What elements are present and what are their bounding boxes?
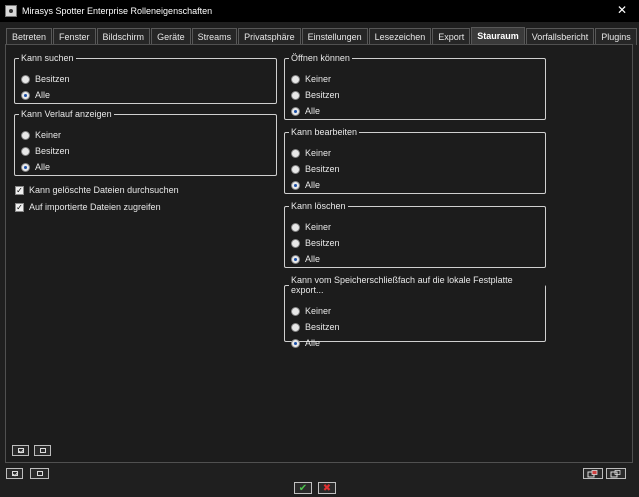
radio-button[interactable] — [291, 222, 300, 232]
radio-button[interactable] — [291, 90, 300, 100]
radio-button-selected[interactable] — [291, 106, 300, 116]
empty-box-icon — [39, 448, 46, 453]
group-export-local-legend: Kann vom Speicherschließfach auf die lok… — [291, 275, 513, 295]
tab-streams[interactable]: Streams — [191, 28, 238, 45]
radio-history-keiner[interactable]: Keiner — [21, 128, 61, 142]
radio-delete-besitzen[interactable]: Besitzen — [291, 236, 340, 250]
group-history-legend: Kann Verlauf anzeigen — [21, 109, 112, 119]
radio-button[interactable] — [291, 322, 300, 332]
radio-button-selected[interactable] — [291, 338, 300, 348]
group-edit: Kann bearbeiten Keiner Besitzen Alle — [284, 127, 546, 194]
radio-open-keiner[interactable]: Keiner — [291, 72, 331, 86]
tab-geraete[interactable]: Geräte — [151, 28, 191, 45]
radio-search-alle[interactable]: Alle — [21, 88, 50, 102]
group-delete-legend: Kann löschen — [291, 201, 346, 211]
tab-privatsphaere[interactable]: Privatsphäre — [238, 28, 301, 45]
properties-window: Mirasys Spotter Enterprise Rolleneigensc… — [0, 0, 639, 497]
select-all-inner-button[interactable] — [12, 445, 29, 456]
radio-export-alle[interactable]: Alle — [291, 336, 320, 350]
radio-edit-besitzen[interactable]: Besitzen — [291, 162, 340, 176]
window-title: Mirasys Spotter Enterprise Rolleneigensc… — [22, 6, 213, 16]
tab-panel-stauraum: Kann suchen Besitzen Alle Kann Verlauf a… — [5, 44, 633, 463]
radio-open-alle[interactable]: Alle — [291, 104, 320, 118]
radio-delete-alle[interactable]: Alle — [291, 252, 320, 266]
paste-permissions-button[interactable] — [606, 468, 626, 479]
tab-plugins[interactable]: Plugins — [595, 28, 637, 45]
select-none-inner-button[interactable] — [34, 445, 51, 456]
radio-button-selected[interactable] — [21, 90, 30, 100]
radio-export-besitzen[interactable]: Besitzen — [291, 320, 340, 334]
tab-vorfallsbericht[interactable]: Vorfallsbericht — [525, 28, 595, 45]
group-history: Kann Verlauf anzeigen Keiner Besitzen Al… — [14, 109, 277, 176]
tab-fenster[interactable]: Fenster — [53, 28, 96, 45]
group-edit-legend: Kann bearbeiten — [291, 127, 358, 137]
tab-bildschirm[interactable]: Bildschirm — [96, 28, 151, 45]
app-icon — [5, 5, 17, 17]
radio-history-besitzen[interactable]: Besitzen — [21, 144, 70, 158]
radio-search-besitzen[interactable]: Besitzen — [21, 72, 70, 86]
tab-einstellungen[interactable]: Einstellungen — [301, 28, 368, 45]
radio-edit-keiner[interactable]: Keiner — [291, 146, 331, 160]
checkmark-icon: ✔ — [298, 482, 308, 494]
tab-export[interactable]: Export — [432, 28, 471, 45]
radio-button[interactable] — [21, 130, 30, 140]
group-delete: Kann löschen Keiner Besitzen Alle — [284, 201, 546, 268]
tab-betreten[interactable]: Betreten — [6, 28, 53, 45]
radio-delete-keiner[interactable]: Keiner — [291, 220, 331, 234]
select-none-button[interactable] — [30, 468, 49, 479]
radio-history-alle[interactable]: Alle — [21, 160, 50, 174]
group-open-legend: Öffnen können — [291, 53, 350, 63]
copy-icon — [587, 469, 598, 477]
tab-stauraum[interactable]: Stauraum — [471, 27, 525, 45]
copy-permissions-button[interactable] — [583, 468, 603, 479]
radio-button[interactable] — [291, 238, 300, 248]
checkbox-checked[interactable]: ✓ — [15, 185, 24, 195]
radio-button-selected[interactable] — [21, 162, 30, 172]
tab-lesezeichen[interactable]: Lesezeichen — [368, 28, 432, 45]
close-icon[interactable]: ✕ — [615, 3, 629, 17]
radio-button[interactable] — [21, 74, 30, 84]
group-search: Kann suchen Besitzen Alle — [14, 53, 277, 104]
group-export-local: Kann vom Speicherschließfach auf die lok… — [284, 275, 546, 348]
radio-button[interactable] — [291, 148, 300, 158]
checkbox-checked[interactable]: ✓ — [15, 202, 24, 212]
radio-button-selected[interactable] — [291, 254, 300, 264]
cancel-button[interactable]: ✖ — [318, 482, 336, 494]
radio-button[interactable] — [21, 146, 30, 156]
radio-button[interactable] — [291, 74, 300, 84]
cross-icon: ✖ — [322, 482, 332, 494]
group-search-legend: Kann suchen — [21, 53, 74, 63]
title-bar: Mirasys Spotter Enterprise Rolleneigensc… — [0, 0, 639, 22]
radio-button[interactable] — [291, 306, 300, 316]
ok-button[interactable]: ✔ — [294, 482, 312, 494]
radio-button[interactable] — [291, 164, 300, 174]
radio-button-selected[interactable] — [291, 180, 300, 190]
checkbox-search-deleted[interactable]: ✓ Kann gelöschte Dateien durchsuchen — [15, 183, 179, 197]
select-all-button[interactable] — [6, 468, 23, 479]
radio-export-keiner[interactable]: Keiner — [291, 304, 331, 318]
tab-bar: Betreten Fenster Bildschirm Geräte Strea… — [6, 27, 638, 45]
radio-edit-alle[interactable]: Alle — [291, 178, 320, 192]
empty-box-icon — [36, 471, 43, 476]
paste-icon — [610, 469, 621, 477]
checked-box-icon — [11, 471, 18, 476]
group-open: Öffnen können Keiner Besitzen Alle — [284, 53, 546, 120]
radio-open-besitzen[interactable]: Besitzen — [291, 88, 340, 102]
checkbox-access-imported[interactable]: ✓ Auf importierte Dateien zugreifen — [15, 200, 161, 214]
checked-box-icon — [17, 448, 24, 453]
